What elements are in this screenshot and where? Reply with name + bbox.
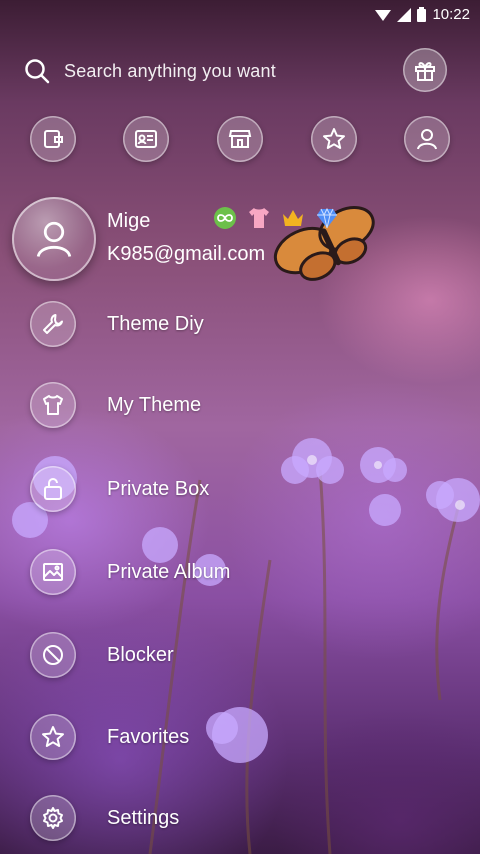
menu-item-theme-diy[interactable]: Theme Diy [30, 300, 330, 348]
infinity-badge-icon [212, 205, 238, 231]
avatar[interactable] [12, 197, 96, 281]
menu-item-my-theme[interactable]: My Theme [30, 381, 330, 429]
person-icon [417, 129, 437, 150]
menu-label: Settings [107, 806, 180, 829]
quick-action-star[interactable] [311, 116, 357, 162]
contact-card-icon [135, 130, 157, 148]
battery-icon [417, 7, 427, 22]
gift-icon [415, 62, 435, 81]
store-icon [228, 130, 252, 148]
image-icon [43, 563, 63, 581]
profile-email: K985@gmail.com [107, 243, 266, 265]
search-icon [25, 59, 50, 84]
status-time: 10:22 [432, 6, 470, 23]
menu-icon-wrap [30, 632, 76, 678]
menu-label: Blocker [107, 643, 174, 666]
menu-label: Private Box [107, 477, 210, 500]
menu-label: My Theme [107, 393, 202, 416]
wallet-icon [44, 130, 63, 148]
menu-icon-wrap [30, 795, 76, 841]
profile-name: Mige [107, 210, 151, 232]
crown-badge-icon [280, 205, 306, 231]
menu-item-favorites[interactable]: Favorites [30, 713, 330, 761]
menu-icon-wrap [30, 382, 76, 428]
menu-icon-wrap [30, 301, 76, 347]
menu-icon-wrap [30, 466, 76, 512]
block-icon [43, 645, 63, 665]
star-icon [42, 726, 64, 747]
menu-icon-wrap [30, 549, 76, 595]
menu-label: Theme Diy [107, 312, 204, 335]
status-icons: 10:22 [375, 6, 470, 23]
menu-item-blocker[interactable]: Blocker [30, 631, 330, 679]
quick-action-profile[interactable] [404, 116, 450, 162]
search-bar[interactable]: Search anything you want [24, 54, 364, 88]
status-bar: 10:22 [0, 0, 480, 32]
menu-label: Private Album [107, 560, 231, 583]
wrench-icon [43, 314, 63, 334]
quick-action-store[interactable] [217, 116, 263, 162]
menu-item-private-box[interactable]: Private Box [30, 465, 330, 513]
signal-icon [397, 7, 412, 22]
diamond-badge-icon [314, 205, 340, 231]
wifi-icon [375, 9, 392, 21]
person-icon [36, 221, 72, 258]
search-placeholder: Search anything you want [64, 60, 276, 81]
menu-icon-wrap [30, 714, 76, 760]
tshirt-icon [43, 395, 63, 415]
gear-icon [43, 807, 63, 829]
quick-action-wallet[interactable] [30, 116, 76, 162]
gift-button[interactable] [403, 48, 447, 92]
quick-action-contact[interactable] [123, 116, 169, 162]
menu-item-settings[interactable]: Settings [30, 794, 330, 842]
lock-icon [44, 478, 62, 500]
profile-badges [212, 205, 340, 231]
star-icon [323, 128, 345, 149]
menu-item-private-album[interactable]: Private Album [30, 548, 330, 596]
tshirt-badge-icon [246, 205, 272, 231]
menu-label: Favorites [107, 725, 190, 748]
